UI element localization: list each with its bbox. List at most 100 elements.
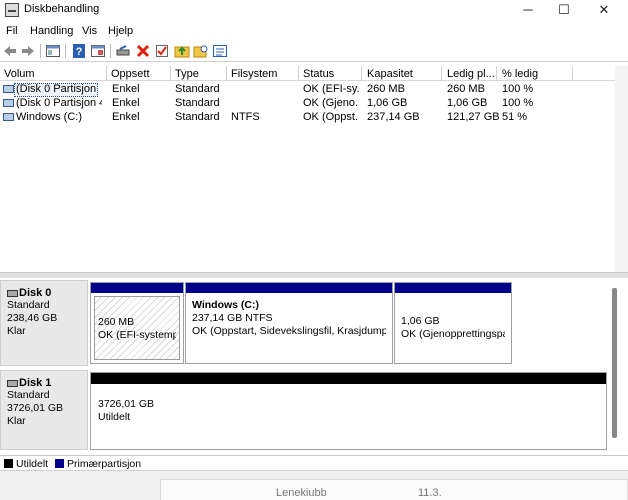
connect-drive-icon[interactable]: [115, 43, 131, 59]
column-separator[interactable]: [572, 66, 573, 81]
disk-size: 3726,01 GB: [7, 402, 64, 414]
volume-row[interactable]: (Disk 0 Partisjon ... Enkel Standard OK …: [0, 83, 615, 97]
cell-ledig-plass: 121,27 GB: [447, 111, 500, 123]
cell-filsystem: NTFS: [231, 111, 260, 123]
list-view-icon[interactable]: [212, 43, 228, 59]
close-button[interactable]: ✕: [586, 0, 622, 20]
disk-1-label[interactable]: Disk 1 Standard 3726,01 GB Klar: [0, 370, 88, 450]
menu-handling[interactable]: Handling: [30, 25, 73, 37]
cell-type: Standard: [175, 97, 220, 109]
background-panel: [160, 479, 628, 500]
cell-status: OK (Gjeno...: [303, 97, 359, 109]
delete-icon[interactable]: [135, 43, 151, 59]
background-text: 11.3.: [418, 487, 442, 499]
partition-size: 237,14 GB NTFS: [192, 312, 273, 324]
toolbar-separator: [40, 44, 41, 58]
cell-oppsett: Enkel: [112, 111, 140, 123]
partition-body: 3726,01 GB Utildelt: [95, 387, 602, 446]
cell-prosent-ledig: 100 %: [502, 83, 534, 95]
window-title: Diskbehandling: [24, 3, 100, 15]
help-icon[interactable]: ?: [71, 43, 87, 59]
toolbar-separator: [65, 44, 66, 58]
volume-icon: [3, 113, 14, 121]
cell-volum: (Disk 0 Partisjon 4): [16, 97, 102, 109]
menu-hjelp[interactable]: Hjelp: [108, 25, 133, 37]
volume-icon: [3, 99, 14, 107]
menu-bar: Fil Handling Vis Hjelp: [0, 22, 628, 40]
partition-size: 3726,01 GB: [98, 398, 155, 410]
column-separator[interactable]: [298, 66, 299, 81]
minimize-button[interactable]: ─: [510, 0, 546, 20]
column-separator[interactable]: [106, 66, 107, 81]
column-separator[interactable]: [170, 66, 171, 81]
column-header-oppsett[interactable]: Oppsett: [111, 68, 150, 80]
title-bar: Diskbehandling ─ ☐ ✕: [0, 0, 628, 20]
legend-swatch-unallocated: [4, 459, 13, 468]
maximize-button[interactable]: ☐: [546, 0, 582, 20]
check-icon[interactable]: [154, 43, 170, 59]
partition-unallocated[interactable]: 3726,01 GB Utildelt: [90, 372, 607, 450]
disk-management-app-icon: [5, 3, 19, 17]
partition-size: 1,06 GB: [401, 315, 440, 327]
column-separator[interactable]: [226, 66, 227, 81]
column-separator[interactable]: [361, 66, 362, 81]
column-header-type[interactable]: Type: [175, 68, 199, 80]
partition-status: OK (EFI-systempar: [98, 329, 176, 341]
menu-vis[interactable]: Vis: [82, 25, 97, 37]
toolbar-separator: [110, 44, 111, 58]
cell-status: OK (Oppst...: [303, 111, 359, 123]
partition-body: 1,06 GB OK (Gjenopprettingspar: [398, 296, 508, 360]
back-arrow-icon[interactable]: [2, 43, 18, 59]
disk-type: Standard: [7, 389, 50, 401]
column-header-status[interactable]: Status: [303, 68, 334, 80]
properties-icon[interactable]: [90, 43, 106, 59]
cell-oppsett: Enkel: [112, 97, 140, 109]
partition-size: 260 MB: [98, 316, 135, 328]
disk-state: Klar: [7, 415, 26, 427]
column-separator[interactable]: [496, 66, 497, 81]
menu-fil[interactable]: Fil: [6, 25, 18, 37]
graph-scrollbar-thumb[interactable]: [612, 288, 617, 438]
primary-partition-bar: [91, 283, 183, 293]
background-window: Lenekiubb 11.3.: [0, 470, 628, 500]
column-separator[interactable]: [441, 66, 442, 81]
column-header-ledig-plass[interactable]: Ledig pl...: [447, 68, 495, 80]
cell-ledig-plass: 260 MB: [447, 83, 485, 95]
forward-arrow-icon[interactable]: [20, 43, 36, 59]
disk-0-label[interactable]: Disk 0 Standard 238,46 GB Klar: [0, 280, 88, 366]
primary-partition-bar: [186, 283, 392, 293]
cell-volum: Windows (C:): [16, 111, 83, 123]
folder-up-icon[interactable]: [174, 43, 190, 59]
legend-label-primary: Primærpartisjon: [67, 458, 142, 470]
cell-prosent-ledig: 51 %: [502, 111, 528, 123]
disk-graph-view: Disk 0 Standard 238,46 GB Klar 260 MB OK…: [0, 278, 628, 454]
volume-list: Volum Oppsett Type Filsystem Status Kapa…: [0, 66, 615, 272]
column-header-kapasitet[interactable]: Kapasitet: [367, 68, 413, 80]
cell-type: Standard: [175, 83, 220, 95]
partition-recovery[interactable]: 1,06 GB OK (Gjenopprettingspar: [394, 282, 512, 364]
column-header-prosent-ledig[interactable]: % ledig: [502, 68, 538, 80]
list-scrollbar[interactable]: [615, 66, 628, 272]
cell-prosent-ledig: 100 %: [502, 97, 534, 109]
folder-search-icon[interactable]: [193, 43, 209, 59]
partition-windows-c[interactable]: Windows (C:) 237,14 GB NTFS OK (Oppstart…: [185, 282, 393, 364]
disk-name: Disk 1: [7, 377, 87, 389]
partition-body: Windows (C:) 237,14 GB NTFS OK (Oppstart…: [189, 296, 389, 360]
disk-size: 238,46 GB: [7, 312, 58, 324]
disk-state: Klar: [7, 325, 26, 337]
svg-text:?: ?: [76, 46, 83, 58]
console-tree-icon[interactable]: [45, 43, 61, 59]
volume-row[interactable]: Windows (C:) Enkel Standard NTFS OK (Opp…: [0, 111, 615, 125]
background-text: Lenekiubb: [276, 487, 327, 499]
disk-type: Standard: [7, 299, 50, 311]
legend-swatch-primary: [55, 459, 64, 468]
cell-kapasitet: 237,14 GB: [367, 111, 420, 123]
disk-name: Disk 0: [7, 287, 87, 299]
partition-efi[interactable]: 260 MB OK (EFI-systempar: [90, 282, 184, 364]
column-header-volum[interactable]: Volum: [4, 68, 35, 80]
volume-row[interactable]: (Disk 0 Partisjon 4) Enkel Standard OK (…: [0, 97, 615, 111]
column-header-filsystem[interactable]: Filsystem: [231, 68, 277, 80]
cell-oppsett: Enkel: [112, 83, 140, 95]
legend-label-unallocated: Utildelt: [16, 458, 49, 470]
legend-bar: Utildelt Primærpartisjon: [0, 455, 628, 470]
